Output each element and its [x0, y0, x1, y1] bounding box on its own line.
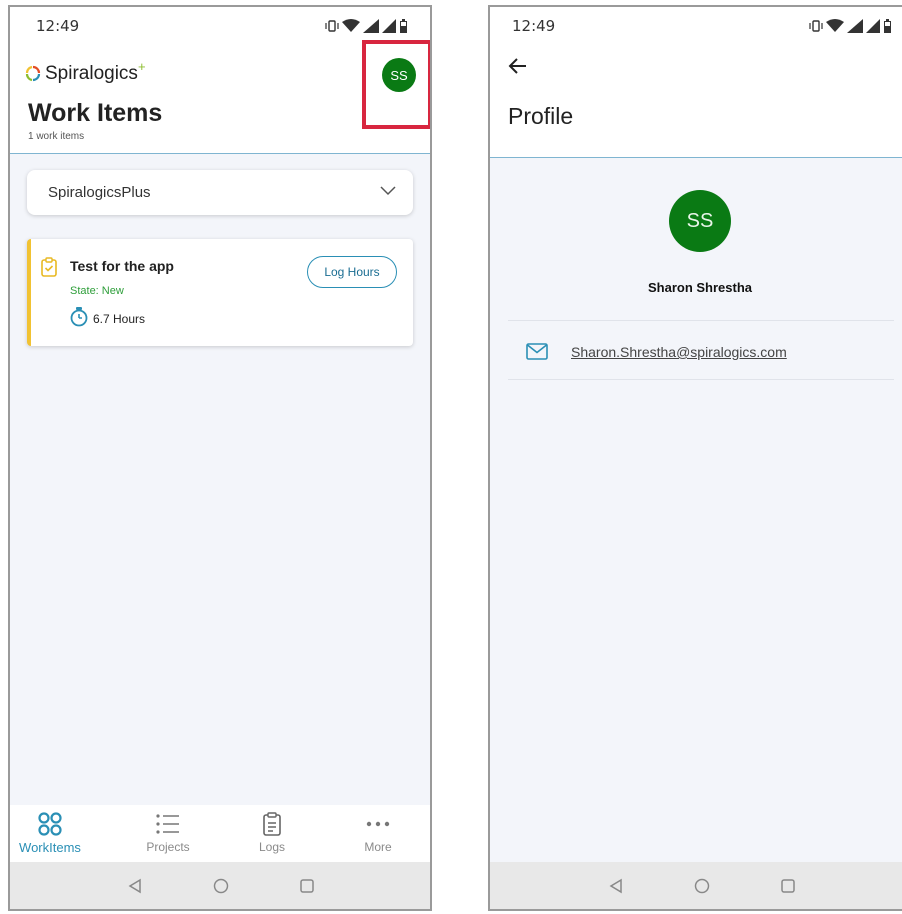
wifi-icon	[826, 19, 844, 32]
chevron-down-icon	[380, 186, 396, 196]
work-items-content: SpiralogicsPlus Test for the app State: …	[10, 154, 430, 805]
signal-icon-2	[382, 19, 396, 33]
nav-workitems[interactable]: WorkItems	[10, 809, 90, 855]
mail-icon	[526, 343, 548, 360]
signal-icon	[363, 19, 379, 33]
system-back-icon[interactable]	[609, 878, 623, 894]
back-arrow-icon[interactable]	[508, 57, 528, 75]
nav-label: WorkItems	[19, 840, 81, 855]
project-dropdown-value: SpiralogicsPlus	[48, 184, 151, 201]
work-item-hours: 6.7 Hours	[93, 312, 146, 326]
system-nav-bar	[490, 862, 902, 909]
brand-logo: Spiralogics +	[24, 59, 149, 85]
list-icon	[156, 814, 179, 834]
status-icons	[809, 19, 892, 33]
clipboard-icon	[263, 812, 281, 836]
bottom-navigation: WorkItems Projects Logs More	[10, 805, 430, 862]
status-time: 12:49	[36, 17, 80, 35]
battery-icon	[884, 19, 891, 33]
more-dots-icon	[366, 821, 390, 827]
divider	[508, 379, 894, 380]
nav-projects[interactable]: Projects	[128, 809, 208, 854]
system-home-icon[interactable]	[694, 878, 710, 894]
brand-plus: +	[137, 58, 146, 74]
profile-screen: 12:49 Profile SS Sharon Shrestha Sharon.…	[488, 5, 902, 911]
profile-avatar: SS	[669, 190, 731, 252]
stopwatch-icon	[70, 307, 88, 327]
work-item-state: State: New	[70, 285, 124, 297]
profile-name: Sharon Shrestha	[647, 280, 753, 295]
status-bar: 12:49	[490, 7, 902, 45]
vibrate-icon	[325, 20, 339, 32]
nav-more[interactable]: More	[338, 809, 418, 854]
signal-icon	[847, 19, 863, 33]
email-link[interactable]: Sharon.Shrestha@spiralogics.com	[571, 344, 787, 360]
workitems-icon	[38, 812, 62, 836]
nav-logs[interactable]: Logs	[232, 809, 312, 854]
project-dropdown[interactable]: SpiralogicsPlus	[27, 170, 413, 215]
task-check-icon	[41, 257, 57, 277]
nav-label: Projects	[146, 840, 190, 854]
signal-icon-2	[866, 19, 880, 33]
status-icons	[325, 19, 408, 33]
battery-icon	[400, 19, 407, 33]
status-time: 12:49	[512, 17, 556, 35]
system-home-icon[interactable]	[213, 878, 229, 894]
brand-name: Spiralogics	[45, 63, 138, 84]
system-back-icon[interactable]	[128, 878, 142, 894]
page-title: Work Items	[28, 99, 163, 127]
work-item-title: Test for the app	[70, 258, 174, 274]
work-item-card[interactable]: Test for the app State: New 6.7 Hours Lo…	[27, 239, 413, 346]
highlight-annotation	[362, 40, 430, 129]
profile-content: SS Sharon Shrestha Sharon.Shrestha@spira…	[490, 158, 902, 862]
nav-label: More	[364, 840, 392, 854]
page-title: Profile	[508, 103, 574, 129]
log-hours-button[interactable]: Log Hours	[307, 256, 397, 288]
wifi-icon	[342, 19, 360, 32]
system-recents-icon[interactable]	[780, 878, 796, 894]
system-nav-bar	[10, 862, 430, 909]
vibrate-icon	[809, 20, 823, 32]
divider	[508, 320, 894, 321]
work-items-count: 1 work items	[28, 131, 85, 142]
spiralogics-logo-icon	[25, 65, 41, 82]
nav-label: Logs	[258, 840, 286, 854]
work-items-screen: 12:49 Spiralogics + Work Items 1 work it…	[8, 5, 432, 911]
system-recents-icon[interactable]	[299, 878, 315, 894]
